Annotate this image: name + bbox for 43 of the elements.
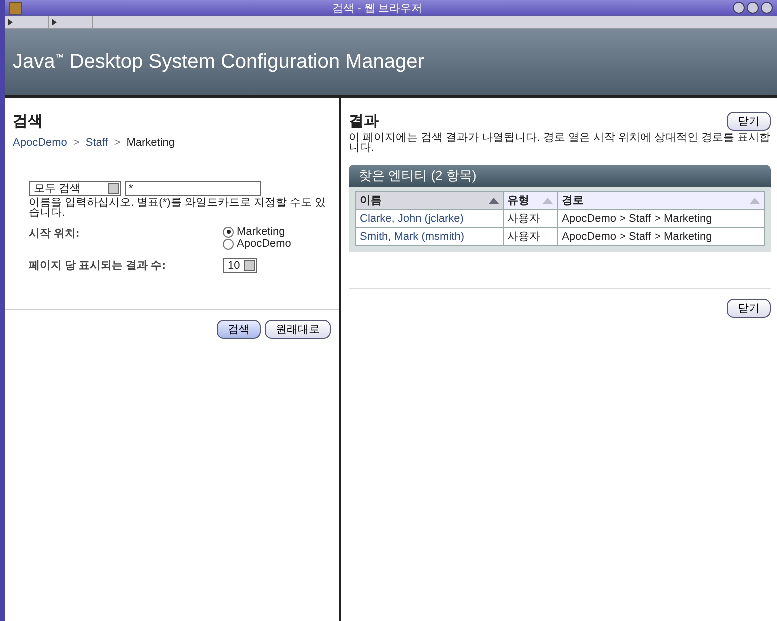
- sort-icon: [488, 198, 498, 204]
- radio-option[interactable]: ApocDemo: [223, 238, 292, 250]
- description-text: 이 페이지에는 검색 결과가 나열됩니다. 경로 열은 시작 위치에 상대적인 경로를 표시합니다.: [349, 133, 771, 153]
- scope-dropdown[interactable]: 모두 검색: [29, 181, 121, 196]
- app-title: Java$^{™}$ Desktop System Configuration Manager: [13, 50, 424, 74]
- user-link[interactable]: Smith, Mark (msmith): [360, 230, 464, 242]
- column-header[interactable]: 경로: [558, 192, 764, 210]
- field-label: 페이지 당 표시되는 결과 수:: [29, 259, 167, 273]
- table-cell: ApocDemo > Staff > Marketing: [558, 210, 764, 228]
- per-page-dropdown[interactable]: 10: [223, 258, 258, 273]
- close-button[interactable]: 닫기: [727, 299, 771, 318]
- hint-text: 이름을 입력하십시오. 별표(*)를 와일드카드로 지정할 수도 있습니다.: [29, 198, 327, 218]
- column-header[interactable]: 이름: [356, 192, 503, 210]
- user-link[interactable]: Clarke, John (jclarke): [360, 212, 464, 224]
- app-icon: [9, 2, 22, 14]
- breadcrumb-separator: >: [114, 137, 121, 149]
- radio-option[interactable]: Marketing: [223, 226, 292, 238]
- breadcrumb-separator: >: [73, 137, 80, 149]
- column-header[interactable]: 유형: [503, 192, 558, 210]
- table-cell: 사용자: [503, 228, 558, 246]
- table-title: 찾은 엔티티 (2 항목): [349, 165, 771, 187]
- reset-button[interactable]: 원래대로: [265, 320, 331, 339]
- breadcrumb-current: Marketing: [126, 137, 176, 149]
- panel-title: 검색: [13, 112, 44, 131]
- breadcrumb-link[interactable]: Staff: [86, 137, 108, 149]
- back-button[interactable]: [5, 16, 49, 28]
- close-button[interactable]: 닫기: [727, 112, 771, 131]
- table-cell: ApocDemo > Staff > Marketing: [558, 228, 764, 246]
- close-button[interactable]: [761, 2, 773, 14]
- breadcrumb-link[interactable]: ApocDemo: [13, 137, 68, 149]
- field-label: 시작 위치:: [29, 227, 81, 241]
- minimize-button[interactable]: [733, 2, 745, 14]
- panel-title: 결과: [349, 112, 379, 131]
- triangle-icon: [8, 18, 13, 26]
- table-cell: 사용자: [503, 210, 558, 228]
- sort-icon: [543, 198, 554, 204]
- window-title: 검색 - 웹 브라우저: [332, 2, 422, 16]
- search-button[interactable]: 검색: [217, 320, 261, 339]
- forward-button[interactable]: [49, 16, 93, 28]
- maximize-button[interactable]: [747, 2, 759, 14]
- triangle-icon: [52, 18, 57, 26]
- name-field[interactable]: *: [125, 181, 261, 196]
- sort-icon: [750, 198, 760, 204]
